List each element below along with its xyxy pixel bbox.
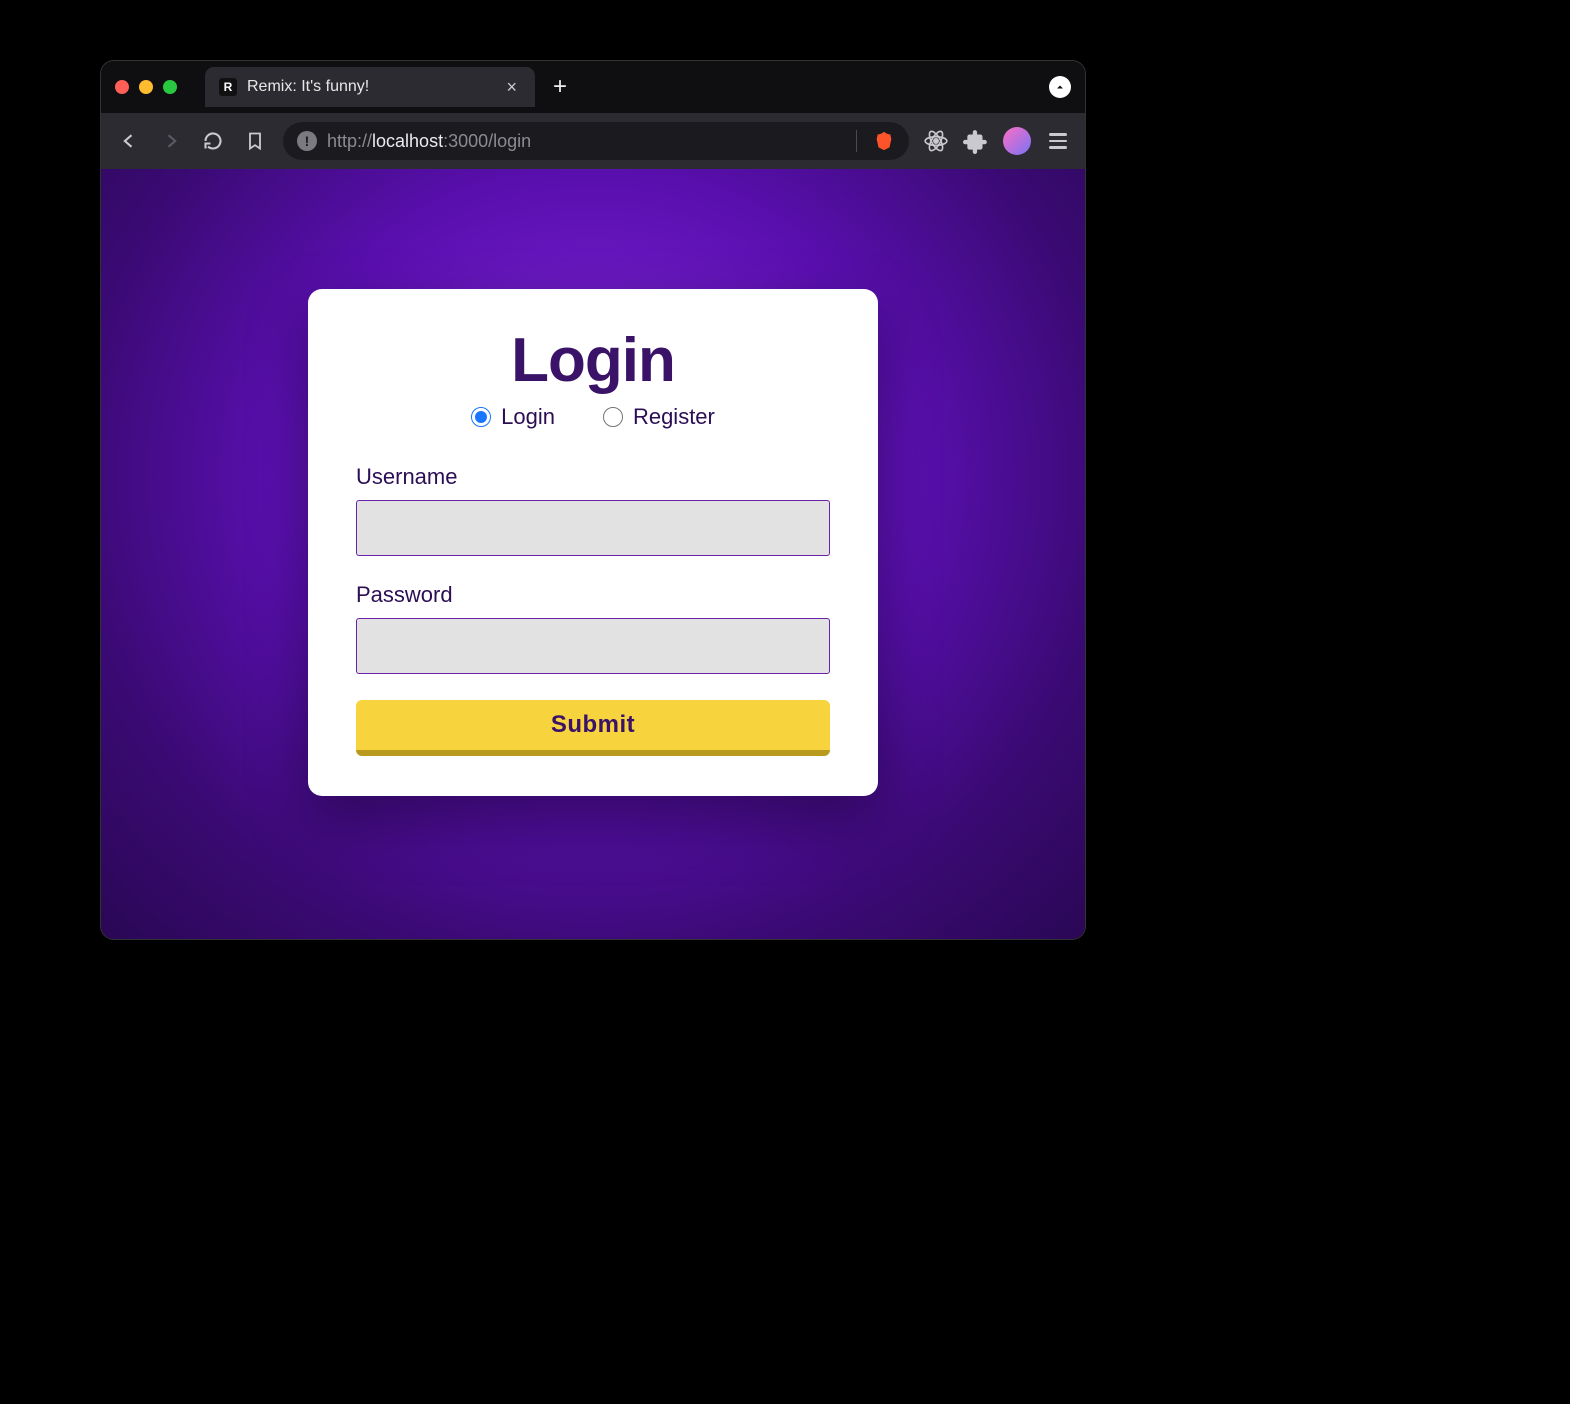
extensions-puzzle-icon[interactable] <box>963 128 989 154</box>
url-text: http://localhost:3000/login <box>327 131 840 152</box>
brave-shields-icon[interactable] <box>1049 76 1071 98</box>
browser-tab[interactable]: R Remix: It's funny! × <box>205 67 535 107</box>
minimize-window-button[interactable] <box>139 80 153 94</box>
username-label: Username <box>356 464 830 490</box>
register-radio-label: Register <box>633 404 715 430</box>
react-devtools-icon[interactable] <box>923 128 949 154</box>
forward-button[interactable] <box>157 127 185 155</box>
brave-lion-icon[interactable] <box>873 130 895 152</box>
password-field: Password <box>356 582 830 674</box>
maximize-window-button[interactable] <box>163 80 177 94</box>
url-bar[interactable]: ! http://localhost:3000/login <box>283 122 909 160</box>
password-label: Password <box>356 582 830 608</box>
register-radio[interactable] <box>603 407 623 427</box>
auth-mode-radio-group: Login Register <box>356 404 830 430</box>
new-tab-button[interactable]: + <box>545 73 575 101</box>
menu-button[interactable] <box>1045 129 1071 153</box>
login-card: Login Login Register Username Password <box>308 289 878 796</box>
login-radio-item[interactable]: Login <box>471 404 555 430</box>
close-tab-button[interactable]: × <box>502 77 521 98</box>
browser-window: R Remix: It's funny! × + ! http://localh… <box>100 60 1086 940</box>
url-port: :3000 <box>443 131 488 152</box>
window-controls <box>115 80 177 94</box>
url-scheme: http:// <box>327 131 372 152</box>
back-button[interactable] <box>115 127 143 155</box>
username-field: Username <box>356 464 830 556</box>
close-window-button[interactable] <box>115 80 129 94</box>
submit-button[interactable]: Submit <box>356 700 830 756</box>
username-input[interactable] <box>356 500 830 556</box>
url-path: /login <box>488 131 531 152</box>
page-viewport: Login Login Register Username Password <box>101 169 1085 939</box>
tab-favicon-icon: R <box>219 78 237 96</box>
register-radio-item[interactable]: Register <box>603 404 715 430</box>
password-input[interactable] <box>356 618 830 674</box>
profile-avatar[interactable] <box>1003 127 1031 155</box>
site-info-icon[interactable]: ! <box>297 131 317 151</box>
tab-title: Remix: It's funny! <box>247 78 492 96</box>
login-radio[interactable] <box>471 407 491 427</box>
tab-bar: R Remix: It's funny! × + <box>101 61 1085 113</box>
urlbar-divider <box>856 130 857 152</box>
url-host: localhost <box>372 131 443 152</box>
login-radio-label: Login <box>501 404 555 430</box>
reload-button[interactable] <box>199 127 227 155</box>
bookmark-button[interactable] <box>241 127 269 155</box>
page-title: Login <box>356 325 830 396</box>
browser-toolbar: ! http://localhost:3000/login <box>101 113 1085 169</box>
